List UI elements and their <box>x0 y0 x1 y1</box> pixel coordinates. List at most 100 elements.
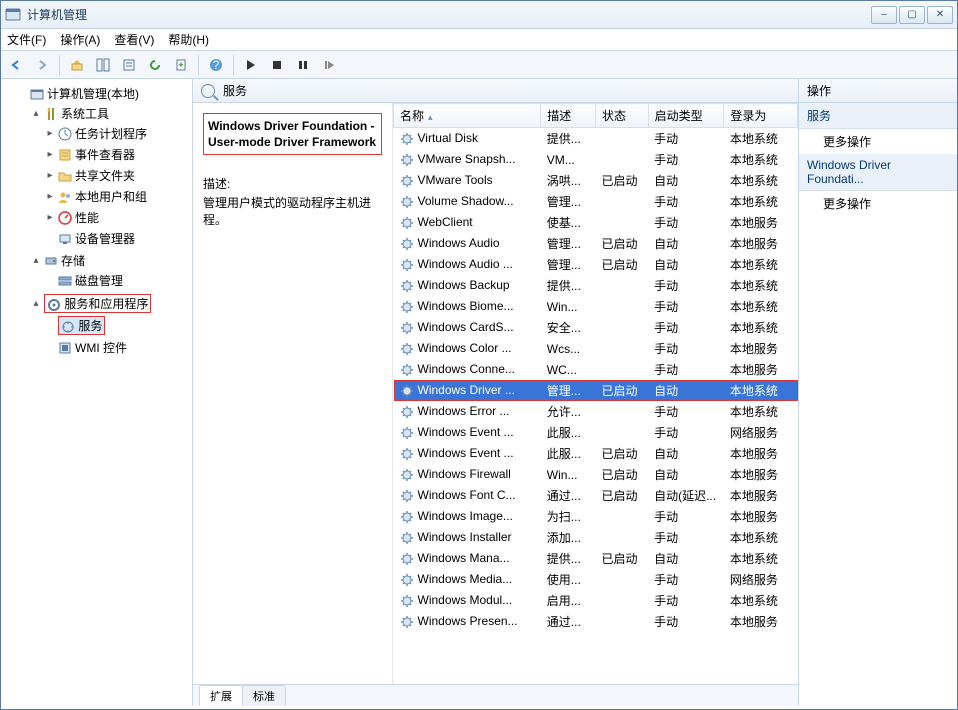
service-row[interactable]: Windows Presen...通过...手动本地服务 <box>394 611 798 632</box>
gear-icon <box>400 510 414 524</box>
minimize-button[interactable]: – <box>871 6 897 24</box>
service-row[interactable]: Virtual Disk提供...手动本地系统 <box>394 128 798 150</box>
tree-system-tools[interactable]: ▴系统工具 <box>29 104 192 123</box>
services-header: 服务 <box>193 79 798 103</box>
service-row[interactable]: Windows Font C...通过...已启动自动(延迟...本地服务 <box>394 485 798 506</box>
menu-action[interactable]: 操作(A) <box>60 31 100 48</box>
gear-icon <box>400 237 414 251</box>
export-button[interactable] <box>170 54 192 76</box>
service-row[interactable]: Windows Image...为扫...手动本地服务 <box>394 506 798 527</box>
actions-more-1[interactable]: 更多操作 <box>799 129 957 154</box>
tree-services[interactable]: 服务 <box>43 315 192 336</box>
gear-icon <box>400 174 414 188</box>
service-row[interactable]: Windows Media...使用...手动网络服务 <box>394 569 798 590</box>
tree-task-scheduler[interactable]: ▸任务计划程序 <box>43 124 192 143</box>
tree-shared-folders[interactable]: ▸共享文件夹 <box>43 166 192 185</box>
gear-icon <box>400 405 414 419</box>
gear-icon <box>400 426 414 440</box>
service-row[interactable]: Windows Color ...Wcs...手动本地服务 <box>394 338 798 359</box>
up-button[interactable] <box>66 54 88 76</box>
tab-extended[interactable]: 扩展 <box>199 685 243 706</box>
service-row[interactable]: Windows Event ...此服...手动网络服务 <box>394 422 798 443</box>
menu-file[interactable]: 文件(F) <box>7 31 46 48</box>
col-logon[interactable]: 登录为 <box>724 104 798 128</box>
description-text: 管理用户模式的驱动程序主机进程。 <box>203 194 382 228</box>
service-row[interactable]: Windows Mana...提供...已启动自动本地系统 <box>394 548 798 569</box>
menu-help[interactable]: 帮助(H) <box>168 31 209 48</box>
col-status[interactable]: 状态 <box>595 104 648 128</box>
restart-button[interactable] <box>318 54 340 76</box>
tab-standard[interactable]: 标准 <box>242 685 286 706</box>
tree-local-users[interactable]: ▸本地用户和组 <box>43 187 192 206</box>
maximize-button[interactable]: ▢ <box>899 6 925 24</box>
tree-root[interactable]: 计算机管理(本地) <box>15 84 192 103</box>
service-row[interactable]: Windows Backup提供...手动本地系统 <box>394 275 798 296</box>
service-row[interactable]: Windows CardS...安全...手动本地系统 <box>394 317 798 338</box>
gear-icon <box>400 363 414 377</box>
service-row[interactable]: VMware Snapsh...VM...手动本地系统 <box>394 149 798 170</box>
services-header-label: 服务 <box>223 82 247 99</box>
service-row[interactable]: Windows Error ...允许...手动本地系统 <box>394 401 798 422</box>
help-button[interactable]: ? <box>205 54 227 76</box>
service-row[interactable]: Windows Modul...启用...手动本地系统 <box>394 590 798 611</box>
menu-view[interactable]: 查看(V) <box>114 31 154 48</box>
app-icon <box>5 7 21 23</box>
services-list[interactable]: 名称▴ 描述 状态 启动类型 登录为 Virtual Disk提供...手动本地… <box>393 103 798 684</box>
tree-services-and-apps[interactable]: ▴ 服务和应用程序 <box>29 293 192 314</box>
service-row[interactable]: Windows Audio ...管理...已启动自动本地系统 <box>394 254 798 275</box>
gear-icon <box>400 384 414 398</box>
stop-button[interactable] <box>266 54 288 76</box>
tree-storage[interactable]: ▴存储 <box>29 251 192 270</box>
tree-wmi[interactable]: WMI 控件 <box>43 338 192 357</box>
titlebar: 计算机管理 – ▢ ✕ <box>1 1 957 29</box>
pause-button[interactable] <box>292 54 314 76</box>
close-button[interactable]: ✕ <box>927 6 953 24</box>
gear-icon <box>400 300 414 314</box>
gear-icon <box>400 594 414 608</box>
service-row[interactable]: Windows Biome...Win...手动本地系统 <box>394 296 798 317</box>
forward-button[interactable] <box>31 54 53 76</box>
service-row[interactable]: Volume Shadow...管理...手动本地系统 <box>394 191 798 212</box>
gear-icon <box>400 615 414 629</box>
services-pane: 服务 Windows Driver Foundation - User-mode… <box>193 79 799 706</box>
gear-icon <box>400 321 414 335</box>
col-startup[interactable]: 启动类型 <box>648 104 724 128</box>
service-row[interactable]: Windows Conne...WC...手动本地服务 <box>394 359 798 380</box>
gear-icon <box>400 258 414 272</box>
gear-icon <box>400 552 414 566</box>
service-row[interactable]: Windows Event ...此服...已启动自动本地服务 <box>394 443 798 464</box>
gear-icon <box>400 153 414 167</box>
tree-device-manager[interactable]: 设备管理器 <box>43 229 192 248</box>
gear-icon <box>400 216 414 230</box>
description-label: 描述: <box>203 175 382 192</box>
refresh-button[interactable] <box>144 54 166 76</box>
view-panes-button[interactable] <box>92 54 114 76</box>
tabs-bar: 扩展 标准 <box>193 684 798 706</box>
tree-disk-management[interactable]: 磁盘管理 <box>43 271 192 290</box>
search-icon <box>201 84 215 98</box>
properties-button[interactable] <box>118 54 140 76</box>
service-row[interactable]: Windows Driver ...管理...已启动自动本地系统 <box>394 380 798 401</box>
gear-icon <box>400 342 414 356</box>
selected-service-name: Windows Driver Foundation - User-mode Dr… <box>203 113 382 155</box>
gear-icon <box>400 573 414 587</box>
actions-section-selected: Windows Driver Foundati... <box>799 154 957 191</box>
col-name[interactable]: 名称▴ <box>394 104 541 128</box>
actions-pane: 操作 服务 更多操作 Windows Driver Foundati... 更多… <box>799 79 957 706</box>
gear-icon <box>400 468 414 482</box>
gear-icon <box>400 447 414 461</box>
back-button[interactable] <box>5 54 27 76</box>
service-row[interactable]: Windows Installer添加...手动本地系统 <box>394 527 798 548</box>
service-row[interactable]: Windows Audio管理...已启动自动本地服务 <box>394 233 798 254</box>
service-row[interactable]: Windows FirewallWin...已启动自动本地服务 <box>394 464 798 485</box>
actions-more-2[interactable]: 更多操作 <box>799 191 957 216</box>
play-button[interactable] <box>240 54 262 76</box>
gear-icon <box>400 195 414 209</box>
col-desc[interactable]: 描述 <box>541 104 596 128</box>
navigation-tree[interactable]: 计算机管理(本地) ▴系统工具 ▸任务计划程序 ▸事件查看器 ▸共享文件夹 ▸本… <box>1 79 193 706</box>
gear-icon <box>400 132 414 146</box>
tree-performance[interactable]: ▸性能 <box>43 208 192 227</box>
service-row[interactable]: WebClient使基...手动本地服务 <box>394 212 798 233</box>
tree-event-viewer[interactable]: ▸事件查看器 <box>43 145 192 164</box>
service-row[interactable]: VMware Tools涡哄...已启动自动本地系统 <box>394 170 798 191</box>
